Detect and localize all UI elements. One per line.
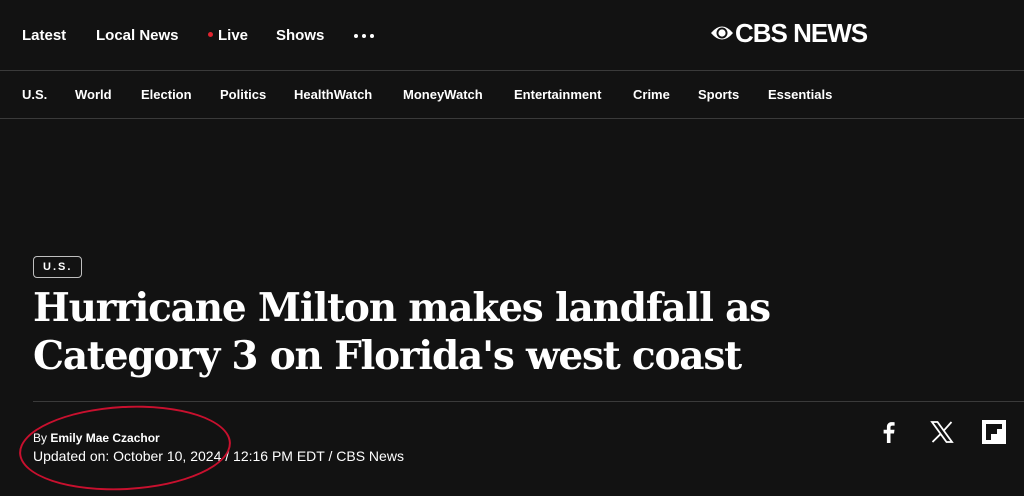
flipboard-icon[interactable] bbox=[981, 419, 1007, 445]
section-sports[interactable]: Sports bbox=[698, 87, 739, 102]
top-nav: Latest Local News Live Shows CBS NEWS bbox=[0, 0, 1024, 71]
section-nav: U.S. World Election Politics HealthWatch… bbox=[0, 71, 1024, 119]
cbs-news-logo[interactable]: CBS NEWS bbox=[710, 18, 868, 48]
header-divider bbox=[33, 401, 1024, 402]
nav-shows[interactable]: Shows bbox=[276, 27, 324, 44]
section-world[interactable]: World bbox=[75, 87, 112, 102]
article-headline: Hurricane Milton makes landfall as Categ… bbox=[33, 284, 893, 380]
more-dots-icon[interactable] bbox=[354, 34, 374, 38]
facebook-icon[interactable] bbox=[876, 419, 902, 445]
category-tag[interactable]: U.S. bbox=[33, 256, 83, 278]
section-healthwatch[interactable]: HealthWatch bbox=[294, 87, 372, 102]
section-politics[interactable]: Politics bbox=[220, 87, 266, 102]
nav-live[interactable]: Live bbox=[208, 27, 248, 44]
section-entertainment[interactable]: Entertainment bbox=[514, 87, 601, 102]
section-crime[interactable]: Crime bbox=[633, 87, 670, 102]
section-moneywatch[interactable]: MoneyWatch bbox=[403, 87, 483, 102]
nav-latest[interactable]: Latest bbox=[22, 27, 66, 44]
x-icon[interactable] bbox=[929, 419, 955, 445]
section-essentials[interactable]: Essentials bbox=[768, 87, 832, 102]
live-dot-icon bbox=[208, 32, 213, 37]
headline-line-1: Hurricane Milton makes landfall as bbox=[33, 285, 771, 331]
section-us[interactable]: U.S. bbox=[22, 87, 47, 102]
annotation-circle bbox=[16, 400, 234, 496]
cbs-eye-icon bbox=[711, 26, 733, 40]
nav-live-label: Live bbox=[218, 27, 249, 44]
nav-local-news[interactable]: Local News bbox=[96, 27, 179, 44]
logo-text: CBS NEWS bbox=[735, 18, 868, 48]
headline-line-2: Category 3 on Florida's west coast bbox=[33, 333, 742, 379]
section-election[interactable]: Election bbox=[141, 87, 192, 102]
